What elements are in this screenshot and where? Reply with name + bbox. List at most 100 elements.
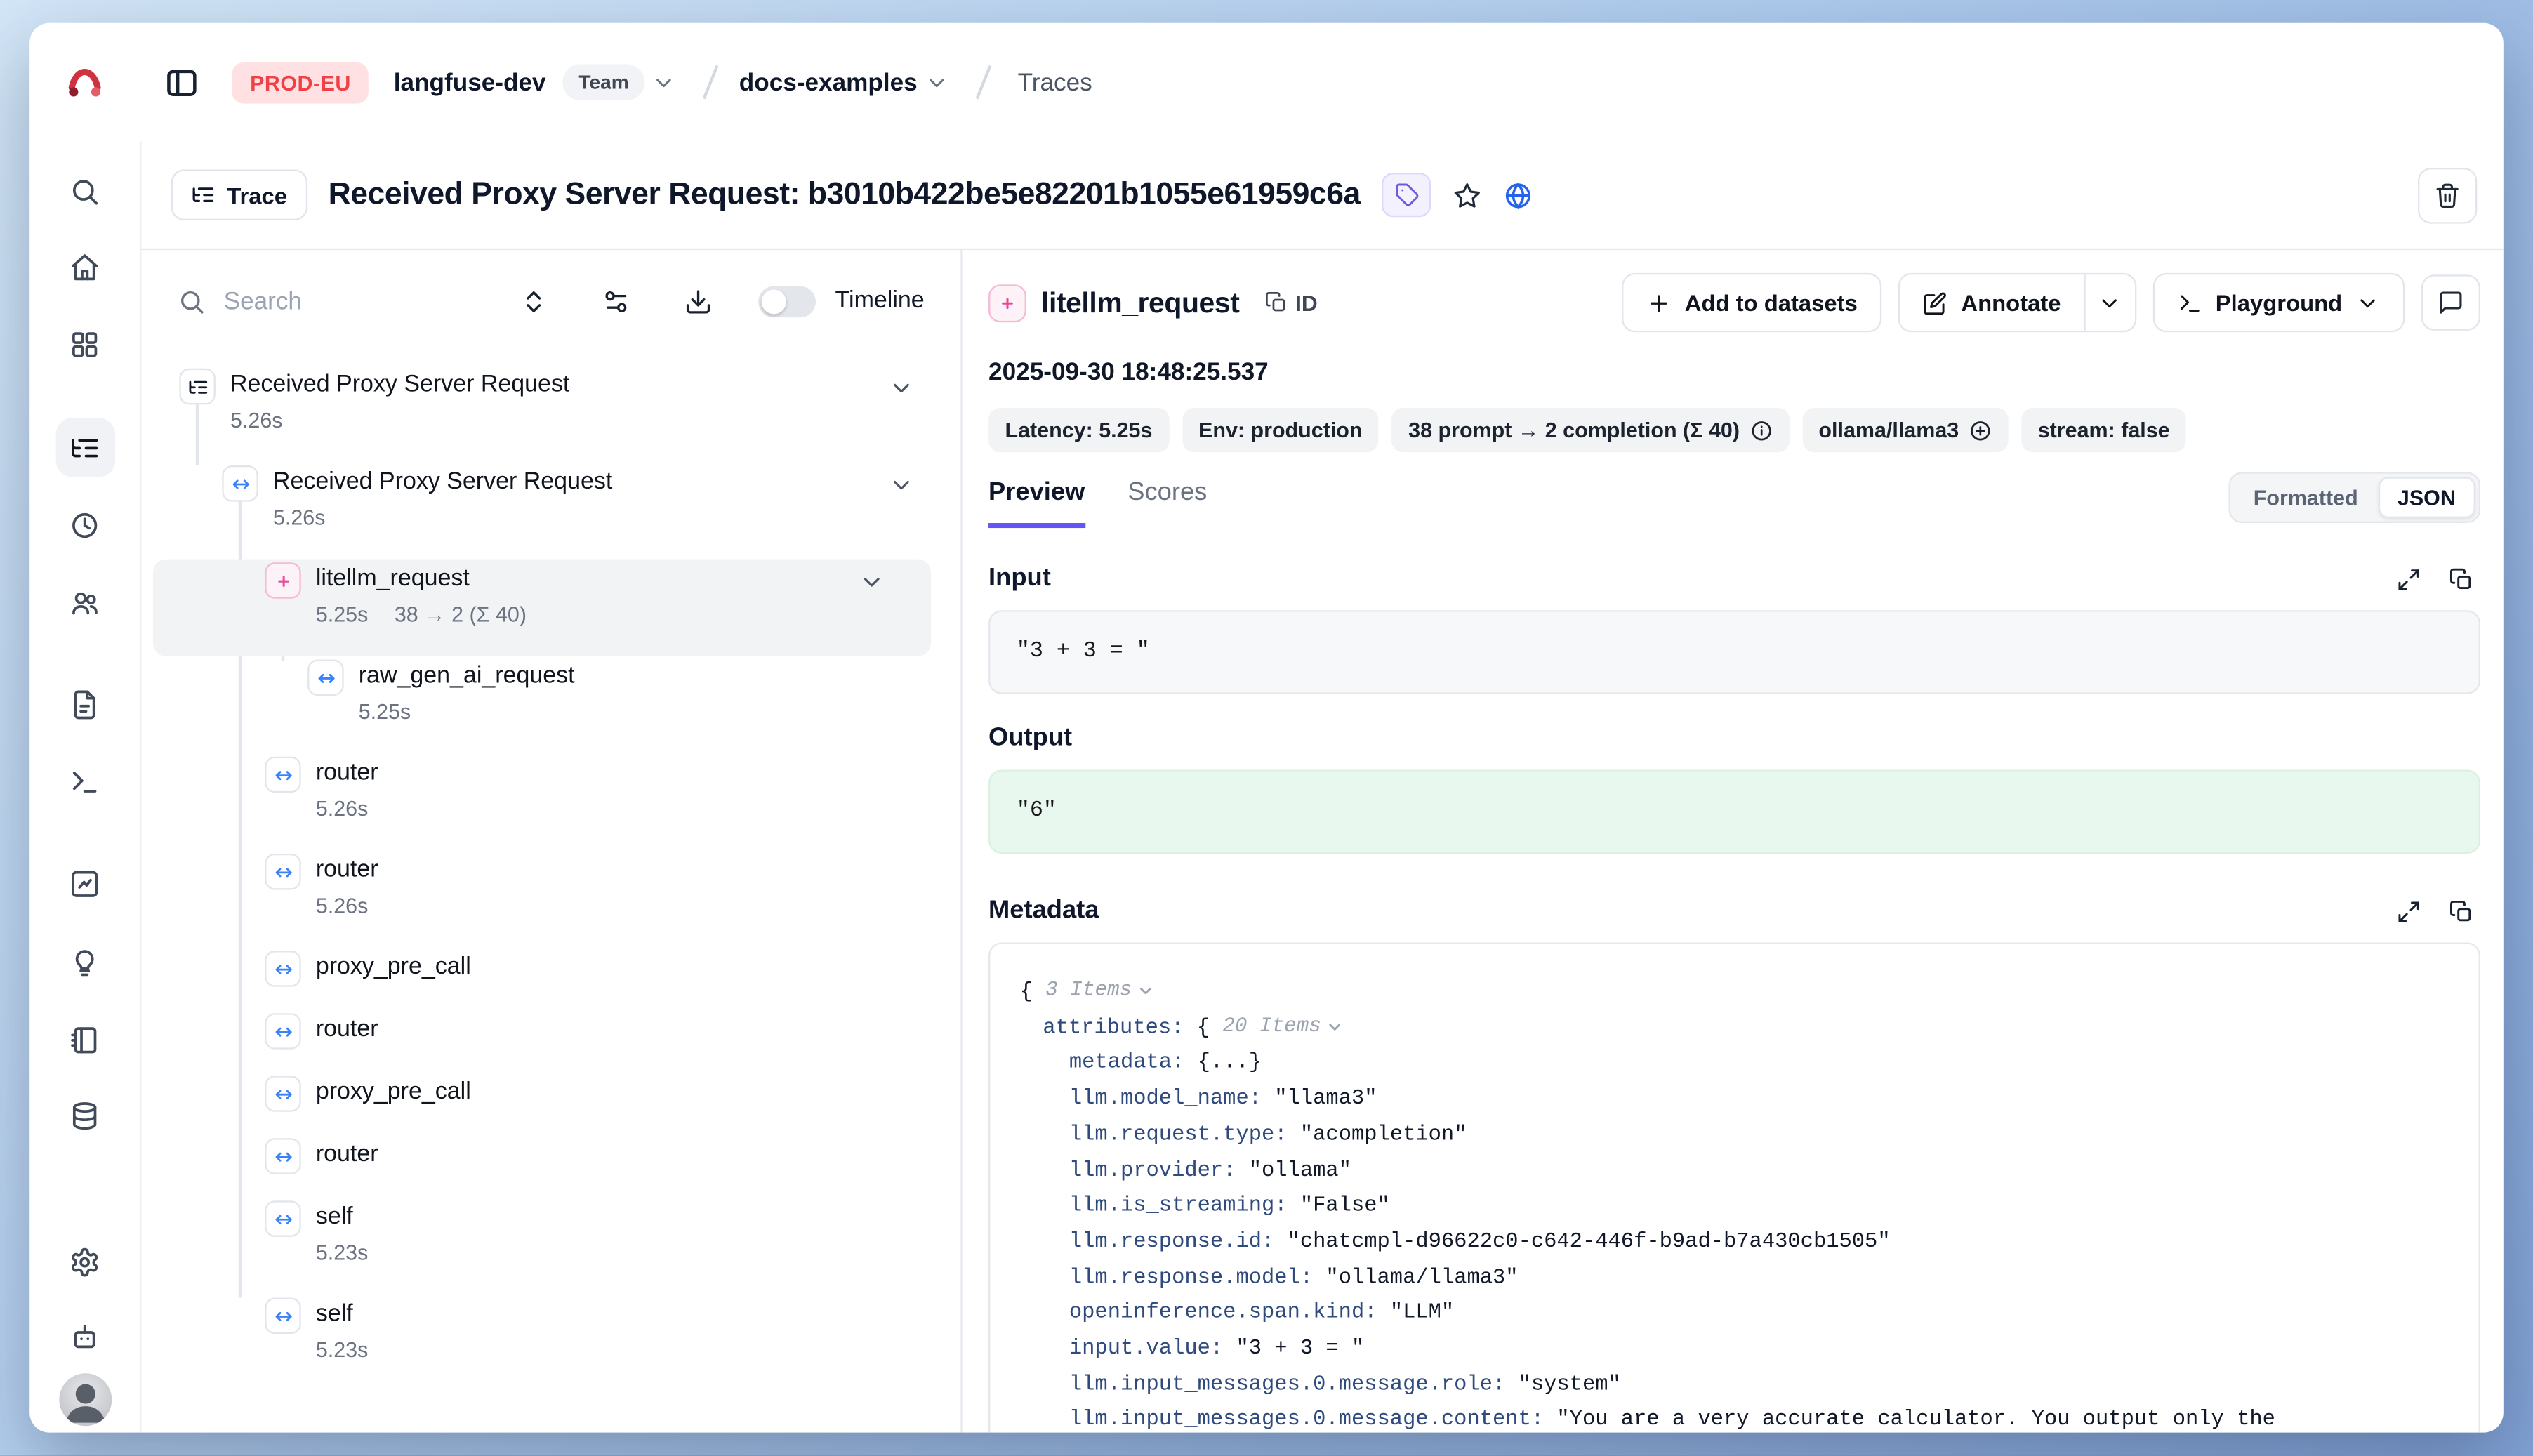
copy-icon[interactable]: [2449, 567, 2474, 591]
observation-duration: 5.26s: [230, 408, 283, 434]
observation-name: self: [316, 1299, 369, 1331]
grid-icon[interactable]: [55, 314, 114, 373]
json-key: llm.is_streaming:: [1069, 1188, 1300, 1224]
tree-row[interactable]: raw_gen_ai_request 5.25s: [141, 656, 960, 753]
collapse-chevron-icon[interactable]: [1137, 982, 1155, 1000]
format-toggle: Formatted JSON: [2229, 472, 2480, 523]
json-key: llm.response.id:: [1069, 1224, 1288, 1259]
search-input[interactable]: [224, 287, 395, 315]
observation-name: router: [316, 1015, 378, 1047]
tab-preview[interactable]: Preview: [988, 479, 1085, 528]
json-key: llm.provider:: [1069, 1152, 1249, 1188]
json-key: attributes:: [1043, 1010, 1196, 1045]
timeline-toggle[interactable]: [758, 285, 815, 317]
annotate-button[interactable]: Annotate: [1898, 273, 2085, 332]
chevron-down-icon: [2355, 291, 2380, 315]
tree-row[interactable]: Received Proxy Server Request 5.26s: [141, 462, 960, 559]
tree-row[interactable]: router 5.26s: [141, 753, 960, 850]
observation-detail-panel: litellm_request ID Add to datasets: [963, 250, 2504, 1433]
tree-row[interactable]: router: [141, 1010, 960, 1073]
project-switcher-chevron-icon[interactable]: [924, 70, 948, 95]
tree-row[interactable]: Received Proxy Server Request 5.26s: [141, 365, 960, 462]
json-line: openinference.span.kind: "LLM": [990, 1295, 2459, 1331]
playground-button[interactable]: Playground: [2153, 273, 2405, 332]
expand-icon[interactable]: [2397, 899, 2421, 923]
item-count[interactable]: 3 Items: [1045, 974, 1132, 1010]
chart-arrow-icon[interactable]: [55, 854, 114, 913]
search-icon[interactable]: [55, 161, 114, 220]
json-value: "False": [1300, 1188, 1390, 1224]
json-line: llm.input_messages.0.message.content: "Y…: [990, 1402, 2459, 1432]
add-to-datasets-label: Add to datasets: [1685, 289, 1858, 315]
list-tree-icon[interactable]: [55, 418, 114, 477]
chevron-down-icon[interactable]: [859, 569, 885, 595]
file-text-icon[interactable]: [55, 675, 114, 734]
gear-icon[interactable]: [55, 1232, 114, 1291]
item-count[interactable]: 20 Items: [1222, 1010, 1321, 1045]
plus-circle-icon[interactable]: [1969, 418, 1992, 442]
tree-row[interactable]: proxy_pre_call: [141, 947, 960, 1010]
format-option-json[interactable]: JSON: [2378, 477, 2475, 518]
filter-settings-icon[interactable]: [602, 287, 630, 315]
badge-label: Latency: 5.25s: [1005, 418, 1152, 442]
tree-row[interactable]: self 5.23s: [141, 1295, 960, 1391]
org-switcher-chevron-icon[interactable]: [652, 70, 677, 95]
metric-badge: Latency: 5.25s: [988, 408, 1169, 452]
trash-icon[interactable]: [2418, 167, 2477, 223]
tag-icon[interactable]: [1382, 173, 1431, 217]
project-name[interactable]: docs-examples: [739, 68, 918, 96]
json-key: metadata:: [1069, 1045, 1198, 1081]
expand-all-icon[interactable]: [520, 287, 548, 315]
metadata-json-viewer: { 3 Itemsattributes: { 20 Itemsmetadata:…: [988, 942, 2480, 1432]
pencil-icon: [1924, 291, 1948, 315]
metric-badge: stream: false: [2021, 408, 2186, 452]
terminal-icon[interactable]: [55, 752, 114, 811]
bot-icon[interactable]: [55, 1306, 114, 1365]
chevron-down-icon[interactable]: [888, 375, 914, 401]
json-value: "system": [1519, 1366, 1621, 1402]
copy-icon[interactable]: [2449, 899, 2474, 923]
users-icon[interactable]: [55, 572, 114, 631]
observation-duration: 5.25s: [359, 699, 411, 725]
clock-icon[interactable]: [55, 495, 114, 554]
copy-icon: [1264, 291, 1288, 315]
tree-row[interactable]: self 5.23s: [141, 1198, 960, 1295]
collapse-chevron-icon[interactable]: [1326, 1018, 1344, 1036]
json-line: llm.is_streaming: "False": [990, 1188, 2459, 1224]
notebook-icon[interactable]: [55, 1010, 114, 1069]
observation-name: proxy_pre_call: [316, 1078, 471, 1109]
app-window: PROD-EU langfuse-dev Team docs-examples …: [29, 23, 2504, 1433]
home-icon[interactable]: [55, 237, 114, 296]
annotate-dropdown-chevron-icon[interactable]: [2084, 273, 2136, 332]
input-section-header: Input: [988, 564, 2480, 594]
star-icon[interactable]: [1453, 180, 1482, 210]
database-icon[interactable]: [55, 1085, 114, 1144]
json-brace: {: [1197, 1010, 1223, 1045]
expand-icon[interactable]: [2397, 567, 2421, 591]
info-icon[interactable]: [1750, 418, 1773, 442]
output-content: "6": [988, 769, 2480, 853]
globe-icon[interactable]: [1504, 180, 1533, 210]
json-value: "LLM": [1390, 1295, 1454, 1331]
json-line: llm.response.id: "chatcmpl-d96622c0-c642…: [990, 1224, 2459, 1259]
format-option-formatted[interactable]: Formatted: [2234, 477, 2378, 518]
copy-id-button[interactable]: ID: [1264, 291, 1318, 315]
detail-tabs: Preview Scores Formatted JSON: [988, 472, 2480, 534]
tree-row[interactable]: router 5.26s: [141, 850, 960, 947]
lightbulb-icon[interactable]: [55, 932, 114, 991]
tree-controls: Timeline: [141, 250, 960, 352]
add-to-datasets-button[interactable]: Add to datasets: [1622, 273, 1882, 332]
chevron-down-icon[interactable]: [888, 472, 914, 498]
org-name[interactable]: langfuse-dev: [394, 68, 546, 96]
tab-scores[interactable]: Scores: [1127, 479, 1207, 528]
sidebar-toggle-icon[interactable]: [157, 58, 206, 107]
tree-row[interactable]: proxy_pre_call: [141, 1073, 960, 1135]
comments-icon[interactable]: [2421, 274, 2480, 331]
metric-badges: Latency: 5.25sEnv: production38 prompt →…: [988, 408, 2480, 452]
tree-row[interactable]: litellm_request 5.25s38 → 2 (Σ 40): [153, 560, 931, 656]
user-avatar[interactable]: [58, 1373, 111, 1426]
tree-row[interactable]: router: [141, 1135, 960, 1198]
badge-label: ollama/llama3: [1818, 418, 1959, 442]
download-icon[interactable]: [684, 287, 712, 315]
breadcrumb-traces[interactable]: Traces: [1018, 68, 1092, 96]
